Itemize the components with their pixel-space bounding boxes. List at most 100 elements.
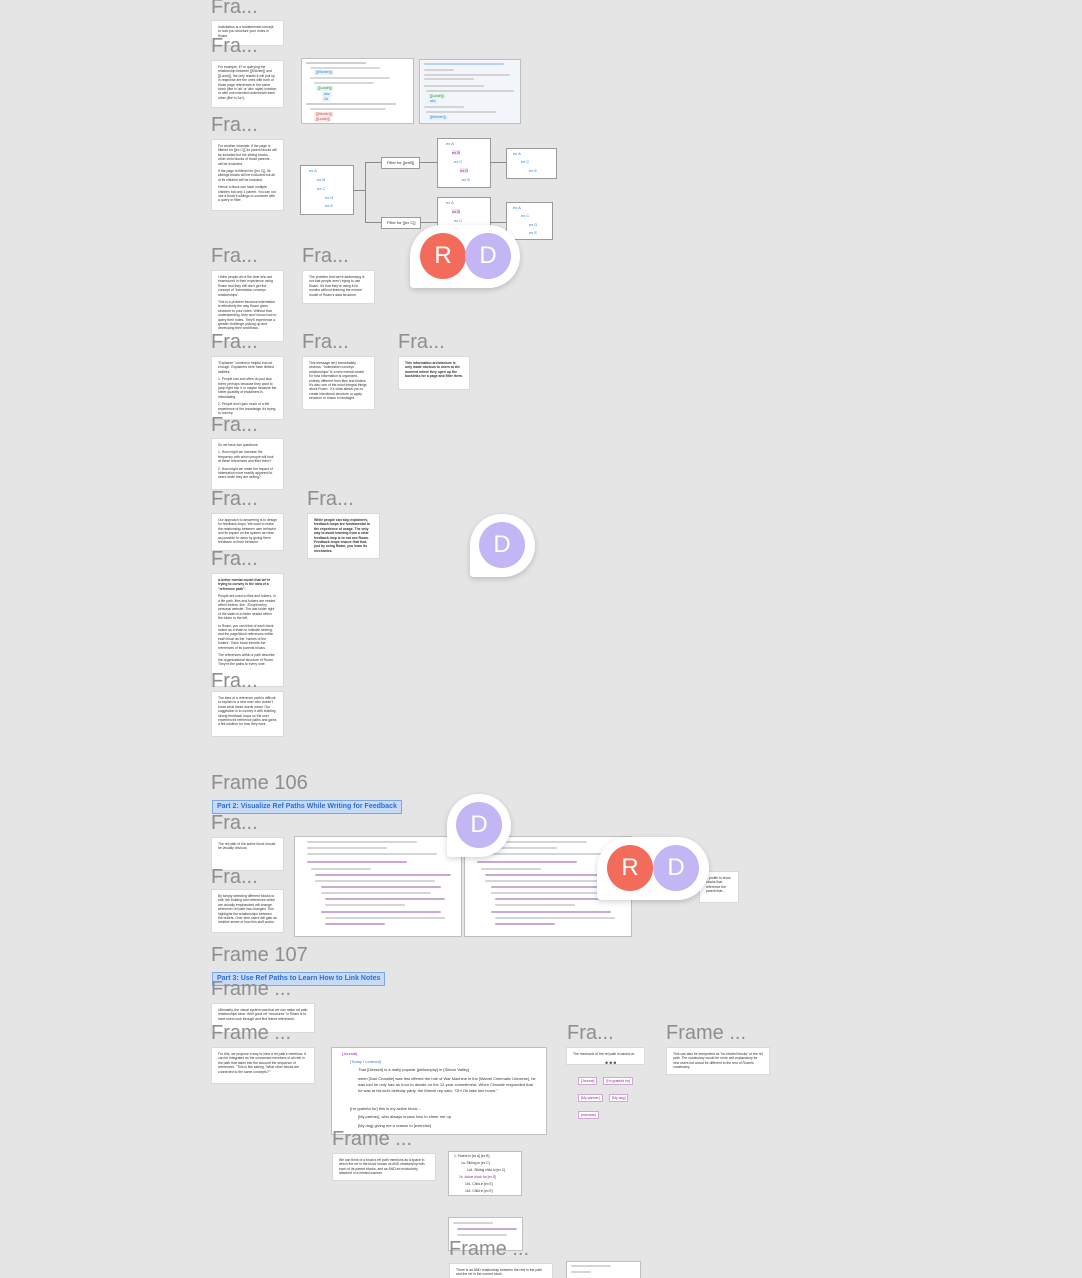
collaborator-cursor[interactable]: D [447, 794, 511, 857]
frame-label[interactable]: Fra... [211, 812, 258, 834]
ref-path-screenshot[interactable] [295, 837, 461, 936]
node-label: ex C [454, 159, 463, 164]
node-label: ex B [452, 209, 461, 214]
small-screenshot[interactable] [567, 1262, 640, 1278]
filtered-node[interactable]: ex A ex C ex D ex E [507, 203, 552, 239]
card-text: By simply selecting different blocks to … [218, 894, 277, 925]
frame-label[interactable]: Fra... [307, 488, 354, 510]
frame-label[interactable]: Fra... [211, 35, 258, 57]
frame-label[interactable]: Fra... [567, 1022, 614, 1044]
collaborator-cursor[interactable]: R D [597, 837, 709, 900]
text-card: This can also be interpreted as "bo rela… [667, 1048, 769, 1074]
frame-label[interactable]: Frame ... [211, 1022, 291, 1044]
frame-label[interactable]: Fra... [211, 331, 258, 353]
node-label: ex B [452, 150, 461, 155]
card-text: There is an AND relationship between the… [456, 1268, 542, 1277]
tree-node: 1a1. Sibling child to [ex C] [467, 1168, 506, 1172]
node-label: ex C [454, 218, 463, 223]
card-text: Ultimately, the visual system was that w… [218, 1008, 308, 1021]
text-card: This information architecture is only ma… [399, 357, 469, 389]
node-label: ex A [446, 200, 454, 205]
text-card: There is an AND relationship between the… [450, 1264, 552, 1278]
text-card: While people can skip explainers, feedba… [308, 514, 379, 558]
frame-label[interactable]: Frame 107 [211, 944, 308, 966]
frame-label[interactable]: Fra... [211, 414, 258, 436]
avatar-r[interactable]: R [420, 233, 466, 279]
avatar-d[interactable]: D [479, 522, 525, 568]
frame-label[interactable]: Fra... [211, 245, 258, 267]
card-text: This information architecture is only ma… [405, 361, 463, 379]
journal-line: That [Dessert] is a really popular [phil… [358, 1067, 470, 1072]
card-text: Our approach to answering is to design f… [218, 518, 277, 545]
collaborator-cursor[interactable]: R D [410, 225, 520, 288]
journal-line: [Today I Learned] [350, 1059, 381, 1064]
text-card: Our approach to answering is to design f… [212, 514, 283, 550]
ref-chip[interactable]: [exercise] [578, 1111, 599, 1119]
node-label: ex C [521, 213, 530, 218]
card-text: This message isn't immediately obvious: … [309, 361, 367, 401]
frame-label[interactable]: Fra... [211, 114, 258, 136]
ref-chip[interactable]: [Journal] [578, 1077, 598, 1085]
text-card: We can think of a block's ref path menti… [333, 1154, 435, 1180]
journal-line: [My partner], who always knows how to ch… [358, 1114, 451, 1119]
card-text: So we have two questions: [218, 443, 259, 447]
avatar-d[interactable]: D [653, 845, 699, 891]
journal-line: when [Dan Chaddle] was first offered the… [358, 1076, 536, 1093]
frame-label[interactable]: Fra... [398, 331, 445, 353]
frame-label[interactable]: Fra... [302, 245, 349, 267]
frame-label[interactable]: Fra... [211, 0, 258, 18]
node-label: ex D [325, 195, 334, 200]
filtered-node[interactable]: ex A ex C ex E [507, 149, 556, 178]
card-text: 1. People can and often do just skip the… [218, 377, 277, 399]
card-text: For example, if I'm querying the relatio… [218, 65, 277, 100]
card-text: The idea of a reference path is difficul… [218, 696, 277, 727]
node-label: ex E [325, 203, 334, 208]
node-label: ex A [309, 168, 317, 173]
frame-label[interactable]: Frame ... [332, 1128, 412, 1150]
ref-chip[interactable]: [My dog] [609, 1094, 629, 1102]
tree-node: 1b2. Child in [ex E] [465, 1189, 493, 1193]
card-text: The references within a path describe th… [218, 653, 275, 666]
collaborator-cursor[interactable]: D [470, 514, 535, 577]
card-text: For this, we propose a way to view a ref… [218, 1052, 307, 1074]
frame-label[interactable]: Fra... [302, 331, 349, 353]
card-text: For another example, if the page is filt… [218, 144, 277, 166]
tree-node: 1b. Active block for [ex D] [459, 1175, 497, 1179]
text-card: For example, if I'm querying the relatio… [212, 61, 283, 107]
card-text: In Roam, you can think of each block ind… [218, 623, 274, 650]
text-card: The idea of a reference path is difficul… [212, 692, 283, 736]
frame-label[interactable]: Fra... [211, 670, 258, 692]
card-text: Hence a block can have multiple children… [218, 185, 276, 203]
frame-label[interactable]: Frame ... [211, 978, 291, 1000]
node-label: ex C [317, 186, 326, 191]
tree-screenshot[interactable]: 1. Parent in [ex A] [ex B] 1a. Sibling t… [449, 1152, 521, 1195]
card-text: ...profile to show blocks that reference… [706, 876, 731, 894]
frame-label[interactable]: Frame ... [449, 1238, 529, 1260]
node-label: ex E [529, 230, 538, 235]
frame-label[interactable]: Frame 106 [211, 772, 308, 794]
journal-screenshot[interactable]: [Journal] [Today I Learned] That [Desser… [332, 1048, 546, 1134]
tree-node: 1. Parent in [ex A] [ex B] [454, 1154, 490, 1158]
ref-chip[interactable]: [I'm grateful for] [603, 1077, 634, 1085]
node-label: ex A [513, 205, 521, 210]
node-label: ex E [462, 177, 471, 182]
card-text: While people can skip explainers, feedba… [314, 518, 370, 553]
node-label: ex B [317, 177, 326, 182]
avatar-d[interactable]: D [465, 233, 511, 279]
frame-label[interactable]: Frame ... [666, 1022, 746, 1044]
card-text: This can also be interpreted as "bo rela… [673, 1052, 763, 1070]
avatar-r[interactable]: R [607, 845, 653, 891]
root-node[interactable]: ex A ex B ex C ex D ex E [301, 166, 353, 214]
ref-chip[interactable]: [My partner] [578, 1094, 603, 1102]
avatar-d[interactable]: D [456, 802, 502, 848]
filtered-node[interactable]: ex A ex B ex C ex D ex E [438, 139, 490, 187]
query-screenshot[interactable]: [[Lunch]] abc [[Kitchen]] [420, 60, 520, 123]
frame-label[interactable]: Fra... [211, 866, 258, 888]
indentation-screenshot[interactable]: [[Kitchen]] [[Lunch]] abc 2a [[Kitchen]]… [302, 59, 413, 123]
journal-line: [I'm grateful for] this is my active blo… [350, 1106, 421, 1111]
frame-label[interactable]: Fra... [211, 488, 258, 510]
card-text: The problem that we're addressing is not… [309, 275, 365, 297]
tree-node: 1b1. Child in [ex E] [465, 1182, 493, 1186]
frame-label[interactable]: Fra... [211, 548, 258, 570]
card-text: This is a problem because indentation is… [218, 300, 277, 331]
